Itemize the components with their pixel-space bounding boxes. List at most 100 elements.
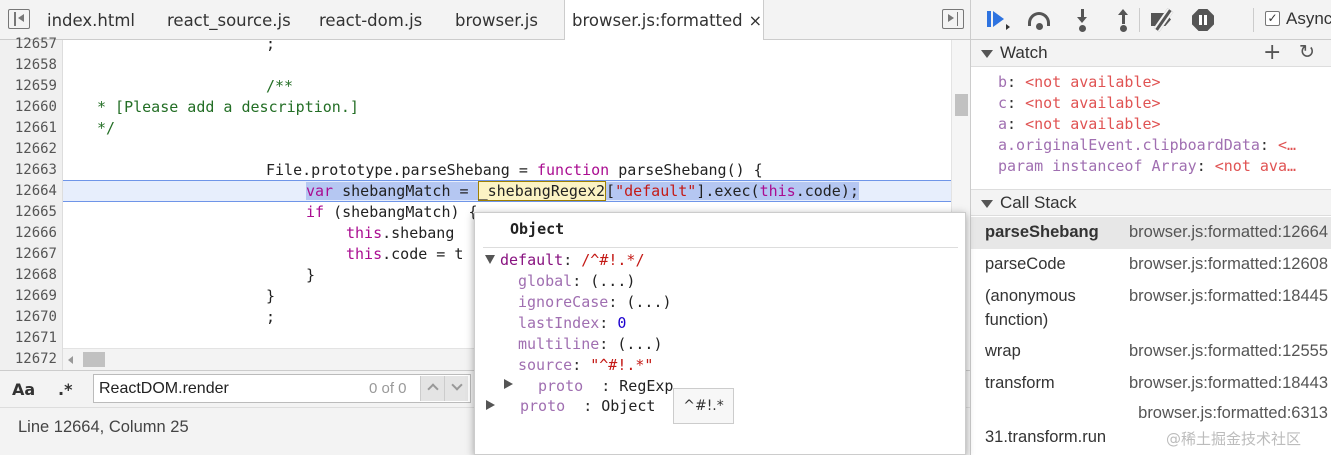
arrow-down-icon [1077,17,1087,23]
code-token: var [306,182,334,200]
line-number[interactable]: 12669 [0,286,57,307]
watch-item[interactable]: a: <not available> [998,114,1161,135]
watch-section-header[interactable]: Watch + ↻ [971,40,1331,67]
expand-triangle-icon[interactable] [504,379,513,389]
line-number[interactable]: 12668 [0,265,57,286]
dot-icon [1036,23,1043,30]
async-label: Async [1286,9,1331,28]
line-number[interactable]: 12661 [0,118,57,139]
watch-item[interactable]: a.originalEvent.clipboardData: <… [998,135,1296,156]
property-value[interactable]: (...) [590,272,635,290]
line-number[interactable]: 12663 [0,160,57,181]
toggle-navigator-icon[interactable] [8,9,30,29]
code-token: .code); [795,182,859,200]
call-frame-location[interactable]: browser.js:formatted:18445 [1129,287,1328,306]
call-frame[interactable]: parseCode browser.js:formatted:12608 [971,249,1331,281]
call-stack-section-header[interactable]: Call Stack [971,189,1331,216]
property-key: ignoreCase [518,293,609,311]
code-line: ; [266,35,276,53]
deactivate-breakpoints-button[interactable] [1149,8,1175,32]
code-token: (shebangMatch) { [324,203,478,221]
debugger-toolbar: ✓ Async [971,0,1331,40]
tree-node[interactable]: ignoreCase: (...) [518,292,672,313]
line-number[interactable]: 12666 [0,223,57,244]
async-checkbox[interactable]: ✓ [1265,11,1280,26]
code-line: this.shebang [346,223,454,244]
expand-triangle-icon[interactable] [485,255,495,264]
property-value: 0 [617,314,627,332]
call-frame[interactable]: transform browser.js:formatted:18443 [971,368,1331,400]
line-number[interactable]: 12672 [0,349,57,370]
call-frame[interactable]: (anonymous function) browser.js:formatte… [971,281,1331,336]
resume-button[interactable] [985,8,1011,32]
code-token: .code = t [382,245,464,263]
close-icon[interactable]: × [749,11,762,30]
regex-toggle[interactable]: .* [58,380,72,399]
step-into-button[interactable] [1070,8,1096,32]
call-frame-location[interactable]: browser.js:formatted:6313 [1138,404,1328,423]
call-frame-location[interactable]: browser.js:formatted:12664 [1129,223,1328,242]
line-number[interactable]: 12665 [0,202,57,223]
line-number[interactable]: 12670 [0,307,57,328]
tree-node[interactable]: global: (...) [518,271,635,292]
step-out-button[interactable] [1111,8,1137,32]
scrollbar-thumb[interactable] [955,94,968,116]
property-value[interactable]: (...) [617,335,662,353]
line-number[interactable]: 12664 [0,181,57,202]
line-number[interactable]: 12659 [0,76,57,97]
value-tooltip: ^#!.* [673,388,734,424]
code-line: ; [266,308,276,326]
code-line: * [Please add a description.] [97,98,359,116]
call-frame-location[interactable]: browser.js:formatted:18443 [1129,374,1328,393]
code-line: */ [97,119,116,137]
tab-react-dom-js[interactable]: react-dom.js [319,0,422,40]
property-key: multiline [518,335,600,353]
tree-node-proto[interactable]: proto : Object [520,396,655,417]
match-case-toggle[interactable]: Aa [12,380,35,399]
code-token: [ [606,182,616,200]
line-number-gutter: 12657 12658 12659 12660 12661 12662 1266… [0,36,63,370]
step-over-button[interactable] [1027,8,1053,32]
scrollbar-thumb[interactable] [83,352,105,367]
scroll-left-icon[interactable] [68,356,73,364]
tab-browser-js[interactable]: browser.js [455,0,538,40]
tree-node[interactable]: source: "^#!.*" [518,355,653,376]
search-input[interactable] [94,375,364,402]
tree-node[interactable]: lastIndex: 0 [518,313,626,334]
tab-label: browser.js [455,11,538,30]
add-watch-icon[interactable]: + [1263,40,1281,65]
tab-index-html[interactable]: index.html [47,0,135,40]
tab-browser-js-formatted[interactable]: browser.js:formatted × [564,0,764,41]
hovered-expression[interactable]: _shebangRegex2 [477,181,607,201]
previous-match-button[interactable] [420,376,444,401]
line-number[interactable]: 12658 [0,55,57,76]
line-number[interactable]: 12660 [0,97,57,118]
call-frame[interactable]: parseShebang browser.js:formatted:12664 [971,217,1331,249]
tab-bar: index.html react_source.js react-dom.js … [0,0,970,41]
tree-node-default[interactable]: default: /^#!.*/ [500,250,645,271]
watch-expression: c [998,94,1008,112]
line-number[interactable]: 12667 [0,244,57,265]
watch-item[interactable]: c: <not available> [998,93,1161,114]
call-frame-location[interactable]: browser.js:formatted:12608 [1129,255,1328,274]
property-key: source [518,356,573,374]
toggle-debugger-icon[interactable] [942,9,964,29]
code-line: if (shebangMatch) { [306,202,478,223]
line-number[interactable]: 12662 [0,139,57,160]
watch-item[interactable]: param instanceof Array: <not ava… [998,156,1296,177]
code-token: function [536,161,610,179]
call-frame[interactable]: wrap browser.js:formatted:12555 [971,336,1331,368]
tree-node[interactable]: multiline: (...) [518,334,663,355]
code-line: this.code = t [346,244,463,265]
pause-on-exceptions-button[interactable] [1191,8,1217,32]
watch-item[interactable]: b: <not available> [998,72,1161,93]
call-frame-location[interactable]: browser.js:formatted:12555 [1129,342,1328,361]
refresh-icon[interactable]: ↻ [1299,41,1315,63]
tree-node-proto[interactable]: proto : RegExp [538,376,673,397]
property-value[interactable]: (...) [626,293,671,311]
expand-triangle-icon[interactable] [486,400,495,410]
line-number[interactable]: 12671 [0,328,57,349]
next-match-button[interactable] [444,376,468,401]
tab-label: react-dom.js [319,11,423,30]
line-number[interactable]: 12657 [0,34,57,55]
